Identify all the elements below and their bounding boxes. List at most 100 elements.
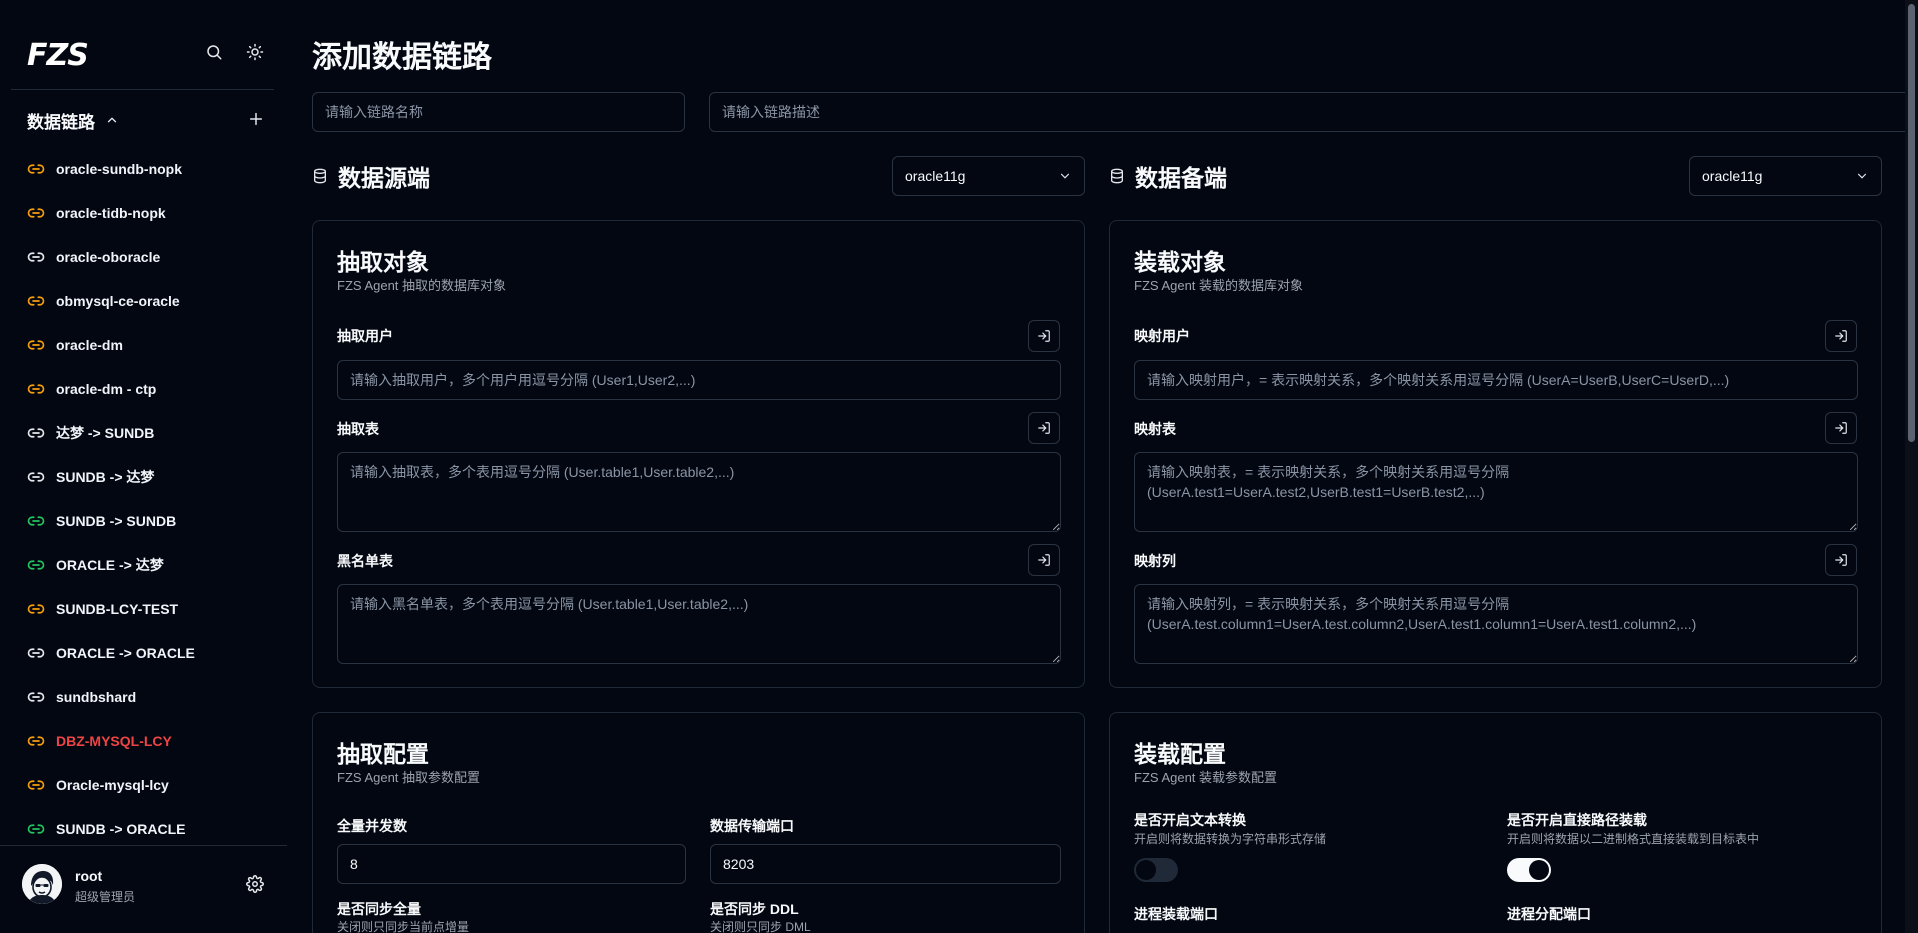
map-column-textarea[interactable] — [1134, 584, 1858, 664]
toggle-knob — [1136, 860, 1156, 880]
link-icon — [27, 560, 45, 570]
concurrency-input[interactable] — [337, 844, 686, 884]
card-subtitle: FZS Agent 抽取参数配置 — [337, 770, 481, 785]
page-title: 添加数据链路 — [312, 41, 492, 74]
sidebar-item-link[interactable]: oracle-tidb-nopk — [0, 191, 287, 235]
source-header: 数据源端 — [312, 158, 430, 194]
sidebar-item-label: sundbshard — [56, 689, 137, 705]
link-desc-input[interactable] — [709, 92, 1905, 132]
sidebar-item-link[interactable]: ORACLE -> 达梦 — [0, 543, 287, 587]
add-link-button[interactable] — [244, 107, 268, 131]
map-table-textarea[interactable] — [1134, 452, 1858, 532]
link-icon — [27, 516, 45, 526]
extract-table-textarea[interactable] — [337, 452, 1061, 532]
import-table-button[interactable] — [1028, 412, 1060, 444]
chevron-up-icon — [107, 117, 117, 123]
map-column-label: 映射列 — [1134, 553, 1176, 569]
sidebar-divider — [11, 89, 274, 90]
card-title: 抽取对象 — [337, 249, 429, 275]
search-icon[interactable] — [202, 40, 226, 64]
card-subtitle: FZS Agent 装载参数配置 — [1134, 770, 1278, 785]
sidebar-item-link[interactable]: oracle-dm — [0, 323, 287, 367]
map-user-input[interactable] — [1134, 360, 1858, 400]
sidebar-item-link[interactable]: SUNDB -> 达梦 — [0, 455, 287, 499]
sidebar-item-link[interactable]: oracle-dm - ctp — [0, 367, 287, 411]
scrollbar-thumb[interactable] — [1908, 4, 1915, 442]
sidebar-header: FZS — [0, 0, 287, 89]
source-db-value: oracle11g — [905, 168, 966, 184]
extract-user-input[interactable] — [337, 360, 1061, 400]
sidebar-item-link[interactable]: 达梦 -> SUNDB — [0, 411, 287, 455]
link-icon — [27, 648, 45, 658]
page-scrollbar[interactable] — [1905, 0, 1918, 933]
sidebar-item-label: DBZ-MYSQL-LCY — [56, 733, 172, 749]
source-db-select[interactable]: oracle11g — [892, 156, 1085, 196]
sidebar-item-label: Oracle-mysql-lcy — [56, 777, 169, 793]
card-title: 装载配置 — [1134, 741, 1226, 767]
sidebar-item-link[interactable]: obmysql-ce-oracle — [0, 279, 287, 323]
link-icon — [27, 208, 45, 218]
link-icon — [27, 164, 45, 174]
link-icon — [27, 252, 45, 262]
link-name-input[interactable] — [312, 92, 685, 132]
import-blacklist-button[interactable] — [1028, 544, 1060, 576]
sidebar-item-link[interactable]: oracle-sundb-nopk — [0, 147, 287, 191]
link-icon — [27, 604, 45, 614]
target-header: 数据备端 — [1109, 158, 1227, 194]
link-icon — [27, 780, 45, 790]
blacklist-table-textarea[interactable] — [337, 584, 1061, 664]
sidebar-item-label: SUNDB -> 达梦 — [56, 469, 155, 485]
main-content: 添加数据链路 数据源端 oracle11g 数据备端 oracle11g 抽取对… — [287, 0, 1905, 933]
load-config-card: 装载配置 FZS Agent 装载参数配置 是否开启文本转换 开启则将数据转换为… — [1109, 712, 1882, 933]
sidebar-item-label: oracle-dm — [56, 337, 123, 353]
sync-ddl-label: 是否同步 DDL — [710, 901, 799, 917]
import-user-button[interactable] — [1028, 320, 1060, 352]
plus-icon — [249, 112, 263, 126]
sidebar-item-label: SUNDB-LCY-TEST — [56, 601, 179, 617]
import-icon — [1835, 554, 1847, 566]
sidebar-item-link[interactable]: SUNDB-LCY-TEST — [0, 587, 287, 631]
app-root: FZS 数据链路 oracle-sundb-nopk oracle-tidb-no… — [0, 0, 1918, 933]
link-icon — [27, 736, 45, 746]
sidebar-item-label: oracle-dm - ctp — [56, 381, 157, 397]
card-subtitle: FZS Agent 装载的数据库对象 — [1134, 278, 1304, 293]
link-icon — [27, 692, 45, 702]
transfer-port-input[interactable] — [710, 844, 1061, 884]
link-list: oracle-sundb-nopk oracle-tidb-nopk oracle-… — [0, 147, 287, 837]
import-map-column-button[interactable] — [1825, 544, 1857, 576]
sidebar-item-link[interactable]: DBZ-MYSQL-LCY — [0, 719, 287, 763]
text-convert-desc: 开启则将数据转换为字符串形式存储 — [1134, 832, 1327, 846]
direct-path-label: 是否开启直接路径装载 — [1507, 812, 1647, 828]
blacklist-table-label: 黑名单表 — [337, 553, 393, 569]
target-db-select[interactable]: oracle11g — [1689, 156, 1882, 196]
import-icon — [1835, 330, 1847, 342]
card-subtitle: FZS Agent 抽取的数据库对象 — [337, 278, 507, 293]
sidebar-item-label: oracle-tidb-nopk — [56, 205, 166, 221]
card-title: 抽取配置 — [337, 741, 429, 767]
import-map-table-button[interactable] — [1825, 412, 1857, 444]
target-db-value: oracle11g — [1702, 168, 1763, 184]
extract-config-card: 抽取配置 FZS Agent 抽取参数配置 全量并发数 数据传输端口 是否同步全… — [312, 712, 1085, 933]
section-toggle[interactable]: 数据链路 — [27, 106, 267, 134]
text-convert-toggle[interactable] — [1134, 858, 1178, 882]
sidebar-item-label: 达梦 -> SUNDB — [56, 425, 155, 441]
sidebar-item-link[interactable]: oracle-oboracle — [0, 235, 287, 279]
toggle-knob — [1529, 860, 1549, 880]
sidebar-item-link[interactable]: ORACLE -> ORACLE — [0, 631, 287, 675]
app-logo[interactable]: FZS — [27, 38, 89, 73]
sidebar-item-label: oracle-sundb-nopk — [56, 161, 183, 177]
dist-port-label: 进程分配端口 — [1507, 906, 1591, 922]
sync-full-desc: 关闭则只同步当前点增量 — [337, 920, 470, 933]
sidebar-item-link[interactable]: SUNDB -> SUNDB — [0, 499, 287, 543]
chevron-down-icon — [1060, 173, 1070, 179]
theme-toggle-sun-icon[interactable] — [243, 40, 267, 64]
text-convert-label: 是否开启文本转换 — [1134, 812, 1246, 828]
sidebar-item-link[interactable]: sundbshard — [0, 675, 287, 719]
settings-gear-icon[interactable] — [243, 872, 267, 896]
sidebar-item-label: ORACLE -> 达梦 — [56, 557, 164, 573]
avatar[interactable] — [22, 864, 62, 904]
direct-path-toggle[interactable] — [1507, 858, 1551, 882]
sidebar-item-link[interactable]: SUNDB -> ORACLE — [0, 807, 287, 837]
sidebar-item-link[interactable]: Oracle-mysql-lcy — [0, 763, 287, 807]
import-map-user-button[interactable] — [1825, 320, 1857, 352]
